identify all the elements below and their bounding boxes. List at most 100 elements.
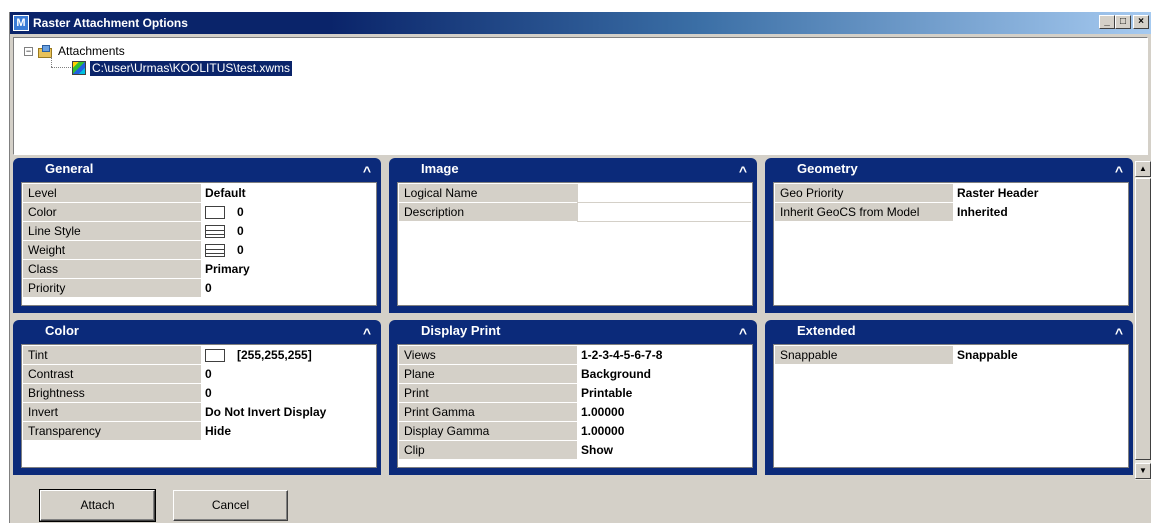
property-value[interactable]: 0: [201, 365, 375, 384]
property-row[interactable]: Color 0: [23, 203, 375, 222]
maximize-button[interactable]: □: [1115, 15, 1131, 29]
panel-geometry: Geometry ^ Geo Priority Raster Header Inh…: [765, 158, 1133, 313]
property-label: Priority: [23, 279, 201, 298]
property-value[interactable]: Printable: [577, 384, 751, 403]
property-value[interactable]: 0: [201, 241, 375, 260]
property-row[interactable]: Transparency Hide: [23, 422, 375, 441]
property-row[interactable]: Plane Background: [399, 365, 751, 384]
property-value[interactable]: Show: [577, 441, 751, 460]
property-value-text: 1.00000: [581, 424, 625, 438]
property-row[interactable]: Clip Show: [399, 441, 751, 460]
collapse-icon[interactable]: −: [24, 46, 33, 56]
description-field[interactable]: [577, 203, 751, 222]
tree-item-raster[interactable]: C:\user\Urmas\KOOLITUS\test.xwms: [72, 60, 293, 76]
window-title: Raster Attachment Options: [33, 16, 188, 30]
property-row[interactable]: Weight 0: [23, 241, 375, 260]
property-row[interactable]: Tint [255,255,255]: [23, 346, 375, 365]
panel-display-print-body: Views 1-2-3-4-5-6-7-8 Plane Background Pri…: [397, 344, 753, 468]
property-value[interactable]: 1.00000: [577, 403, 751, 422]
scroll-up-icon[interactable]: ▲: [1135, 161, 1151, 177]
scroll-down-icon[interactable]: ▼: [1135, 463, 1151, 479]
collapse-chevron-icon[interactable]: ^: [363, 160, 371, 182]
property-row[interactable]: Print Printable: [399, 384, 751, 403]
raster-file-path[interactable]: C:\user\Urmas\KOOLITUS\test.xwms: [90, 60, 293, 76]
property-value[interactable]: Default: [201, 184, 375, 203]
panel-extended-title: Extended: [797, 323, 856, 338]
property-row[interactable]: Invert Do Not Invert Display: [23, 403, 375, 422]
property-value[interactable]: Snappable: [953, 346, 1127, 365]
tint-swatch-icon: [205, 349, 225, 362]
property-label: Tint: [23, 346, 201, 365]
panel-geometry-header[interactable]: Geometry ^: [765, 158, 1133, 180]
property-value[interactable]: Hide: [201, 422, 375, 441]
property-row[interactable]: Snappable Snappable: [775, 346, 1127, 365]
panel-geometry-body: Geo Priority Raster Header Inherit GeoCS …: [773, 182, 1129, 306]
collapse-chevron-icon[interactable]: ^: [1115, 322, 1123, 344]
property-row[interactable]: Views 1-2-3-4-5-6-7-8: [399, 346, 751, 365]
collapse-chevron-icon[interactable]: ^: [1115, 160, 1123, 182]
panel-color-title: Color: [45, 323, 79, 338]
property-row[interactable]: Contrast 0: [23, 365, 375, 384]
panel-general-header[interactable]: General ^: [13, 158, 381, 180]
property-row[interactable]: Description: [399, 203, 751, 222]
property-label: Level: [23, 184, 201, 203]
tree-item-attachments[interactable]: − Attachments: [24, 43, 125, 59]
panel-color-body: Tint [255,255,255] Contrast 0 Brightness 0 …: [21, 344, 377, 468]
property-value[interactable]: 0: [201, 203, 375, 222]
close-button[interactable]: ×: [1133, 15, 1149, 29]
property-value-text: 0: [237, 243, 244, 257]
property-row[interactable]: Geo Priority Raster Header: [775, 184, 1127, 203]
property-label: Brightness: [23, 384, 201, 403]
panel-image-header[interactable]: Image ^: [389, 158, 757, 180]
collapse-chevron-icon[interactable]: ^: [739, 160, 747, 182]
property-label: Plane: [399, 365, 577, 384]
panel-image: Image ^ Logical Name Description: [389, 158, 757, 313]
property-value-text: 1.00000: [581, 405, 625, 419]
property-row[interactable]: Brightness 0: [23, 384, 375, 403]
title-bar[interactable]: M Raster Attachment Options _ □ ×: [10, 12, 1151, 34]
property-row[interactable]: Priority 0: [23, 279, 375, 298]
property-label: Print: [399, 384, 577, 403]
property-value[interactable]: Raster Header: [953, 184, 1127, 203]
property-value[interactable]: 0: [201, 222, 375, 241]
property-value-text: 0: [205, 367, 212, 381]
property-value[interactable]: 1.00000: [577, 422, 751, 441]
panel-general-body: Level Default Color 0 Line Style 0 Weight 0 …: [21, 182, 377, 306]
property-row[interactable]: Logical Name: [399, 184, 751, 203]
panel-general-title: General: [45, 161, 94, 176]
property-value[interactable]: Background: [577, 365, 751, 384]
property-row[interactable]: Display Gamma 1.00000: [399, 422, 751, 441]
property-label: Description: [399, 203, 577, 222]
property-value[interactable]: Inherited: [953, 203, 1127, 222]
cancel-button[interactable]: Cancel: [173, 490, 288, 521]
collapse-chevron-icon[interactable]: ^: [363, 322, 371, 344]
property-value[interactable]: Primary: [201, 260, 375, 279]
property-row[interactable]: Print Gamma 1.00000: [399, 403, 751, 422]
property-row[interactable]: Inherit GeoCS from Model Inherited: [775, 203, 1127, 222]
attach-button[interactable]: Attach: [39, 489, 156, 522]
property-label: Snappable: [775, 346, 953, 365]
property-value[interactable]: 1-2-3-4-5-6-7-8: [577, 346, 751, 365]
property-row[interactable]: Class Primary: [23, 260, 375, 279]
minimize-button[interactable]: _: [1099, 15, 1115, 29]
property-value[interactable]: 0: [201, 279, 375, 298]
property-value[interactable]: Do Not Invert Display: [201, 403, 375, 422]
collapse-chevron-icon[interactable]: ^: [739, 322, 747, 344]
property-row[interactable]: Level Default: [23, 184, 375, 203]
property-value[interactable]: 0: [201, 384, 375, 403]
property-row[interactable]: Line Style 0: [23, 222, 375, 241]
attachments-tree[interactable]: − Attachments C:\user\Urmas\KOOLITUS\tes…: [13, 37, 1148, 155]
property-label: Logical Name: [399, 184, 577, 203]
property-label: Invert: [23, 403, 201, 422]
window-controls: _ □ ×: [1099, 15, 1149, 29]
property-label: Line Style: [23, 222, 201, 241]
panel-color-header[interactable]: Color ^: [13, 320, 381, 342]
attachments-folder-icon: [38, 44, 54, 58]
panel-display-print-header[interactable]: Display Print ^: [389, 320, 757, 342]
property-value[interactable]: [255,255,255]: [201, 346, 375, 365]
vertical-scrollbar[interactable]: ▲ ▼: [1134, 161, 1151, 480]
logical-name-field[interactable]: [577, 184, 751, 203]
panel-extended-header[interactable]: Extended ^: [765, 320, 1133, 342]
panel-extended: Extended ^ Snappable Snappable: [765, 320, 1133, 475]
scroll-thumb[interactable]: [1135, 178, 1151, 460]
